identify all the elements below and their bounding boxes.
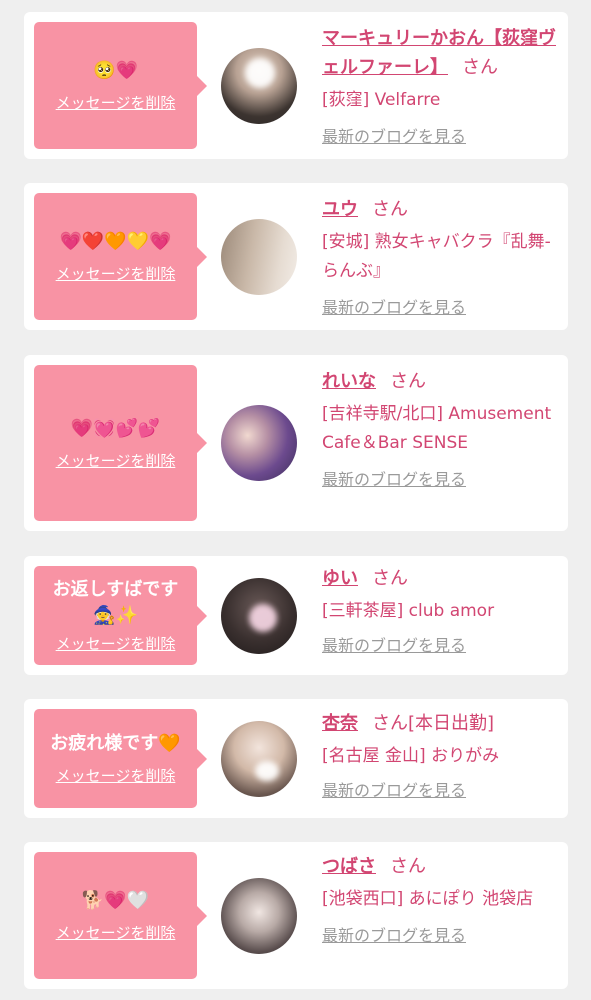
status-text: [本日出勤] <box>408 713 495 734</box>
avatar[interactable] <box>221 405 297 481</box>
message-text: 💗❤️🧡💛💗 <box>59 231 172 252</box>
message-bubble: 🐕💗🤍 メッセージを削除 <box>34 852 207 979</box>
name-line: つばさ さん <box>322 852 562 881</box>
message-bubble: 🥺💗 メッセージを削除 <box>34 22 207 149</box>
honorific: さん <box>372 199 408 220</box>
sender-name-link[interactable]: つばさ <box>322 856 376 877</box>
message-text: お返しすばです🧙✨ <box>52 579 179 626</box>
sender-name-link[interactable]: ユウ <box>322 199 358 220</box>
shop-text: [三軒茶屋] club amor <box>322 601 495 621</box>
message-bubble: お疲れ様です🧡 メッセージを削除 <box>34 709 207 808</box>
sender-name-link[interactable]: マーキュリーかおん【荻窪ヴェルファーレ】 <box>322 28 556 78</box>
latest-blog-link[interactable]: 最新のブログを見る <box>322 294 466 318</box>
sender-info: ユウ さん [安城] 熟女キャバクラ『乱舞-らんぶ』 最新のブログを見る <box>322 195 562 318</box>
sender-info: マーキュリーかおん【荻窪ヴェルファーレ】 さん [荻窪] Velfarre 最新の… <box>322 24 562 147</box>
latest-blog-link[interactable]: 最新のブログを見る <box>322 632 466 656</box>
message-text: 💗💓💕💕 <box>70 417 161 439</box>
sender-info: つばさ さん [池袋西口] あにぽり 池袋店 最新のブログを見る <box>322 852 562 946</box>
message-text: お疲れ様です🧡 <box>50 733 181 754</box>
avatar[interactable] <box>221 219 297 295</box>
shop-text: [安城] 熟女キャバクラ『乱舞-らんぶ』 <box>322 232 551 281</box>
sender-info: ゆい さん [三軒茶屋] club amor 最新のブログを見る <box>322 564 562 656</box>
message-card: お疲れ様です🧡 メッセージを削除 杏奈 さん[本日出勤] [名古屋 金山] おりが… <box>24 699 568 818</box>
latest-blog-link[interactable]: 最新のブログを見る <box>322 777 466 801</box>
name-line: 杏奈 さん[本日出勤] <box>322 709 562 738</box>
avatar[interactable] <box>221 578 297 654</box>
avatar[interactable] <box>221 878 297 954</box>
message-card: お返しすばです🧙✨ メッセージを削除 ゆい さん [三軒茶屋] club amor… <box>24 556 568 675</box>
honorific: さん <box>462 57 498 78</box>
sender-info: れいな さん [吉祥寺駅/北口] Amusement Cafe＆Bar SENSE… <box>322 367 562 490</box>
name-line: ユウ さん <box>322 195 562 224</box>
honorific: さん <box>390 856 426 877</box>
sender-info: 杏奈 さん[本日出勤] [名古屋 金山] おりがみ 最新のブログを見る <box>322 709 562 801</box>
delete-message-link[interactable]: メッセージを削除 <box>56 633 176 654</box>
honorific: さん <box>372 713 408 734</box>
delete-message-link[interactable]: メッセージを削除 <box>56 765 176 786</box>
sender-name-link[interactable]: れいな <box>322 371 376 392</box>
name-line: マーキュリーかおん【荻窪ヴェルファーレ】 さん <box>322 24 562 82</box>
sender-name-link[interactable]: ゆい <box>322 568 358 589</box>
message-text: 🥺💗 <box>93 60 138 81</box>
message-bubble: 💗💓💕💕 メッセージを削除 <box>34 365 207 521</box>
delete-message-link[interactable]: メッセージを削除 <box>56 263 176 284</box>
message-card: 🐕💗🤍 メッセージを削除 つばさ さん [池袋西口] あにぽり 池袋店 最新のブロ… <box>24 842 568 989</box>
message-list: 🥺💗 メッセージを削除 マーキュリーかおん【荻窪ヴェルファーレ】 さん [荻窪] … <box>0 0 591 1000</box>
shop-text: [荻窪] Velfarre <box>322 90 441 110</box>
message-card: 💗❤️🧡💛💗 メッセージを削除 ユウ さん [安城] 熟女キャバクラ『乱舞-らんぶ… <box>24 183 568 330</box>
sender-name-link[interactable]: 杏奈 <box>322 713 358 734</box>
shop-text: [池袋西口] あにぽり 池袋店 <box>322 889 534 909</box>
avatar[interactable] <box>221 48 297 124</box>
shop-text: [名古屋 金山] おりがみ <box>322 746 500 766</box>
delete-message-link[interactable]: メッセージを削除 <box>56 92 176 113</box>
delete-message-link[interactable]: メッセージを削除 <box>56 450 176 471</box>
message-card: 💗💓💕💕 メッセージを削除 れいな さん [吉祥寺駅/北口] Amusement … <box>24 355 568 531</box>
message-card: 🥺💗 メッセージを削除 マーキュリーかおん【荻窪ヴェルファーレ】 さん [荻窪] … <box>24 12 568 159</box>
latest-blog-link[interactable]: 最新のブログを見る <box>322 123 466 147</box>
message-text: 🐕💗🤍 <box>81 890 150 911</box>
latest-blog-link[interactable]: 最新のブログを見る <box>322 922 466 946</box>
latest-blog-link[interactable]: 最新のブログを見る <box>322 466 466 490</box>
honorific: さん <box>372 568 408 589</box>
name-line: れいな さん <box>322 367 562 396</box>
delete-message-link[interactable]: メッセージを削除 <box>56 922 176 943</box>
avatar[interactable] <box>221 721 297 797</box>
message-bubble: 💗❤️🧡💛💗 メッセージを削除 <box>34 193 207 320</box>
message-bubble: お返しすばです🧙✨ メッセージを削除 <box>34 566 207 665</box>
name-line: ゆい さん <box>322 564 562 593</box>
honorific: さん <box>390 371 426 392</box>
shop-text: [吉祥寺駅/北口] Amusement Cafe＆Bar SENSE <box>322 404 552 453</box>
